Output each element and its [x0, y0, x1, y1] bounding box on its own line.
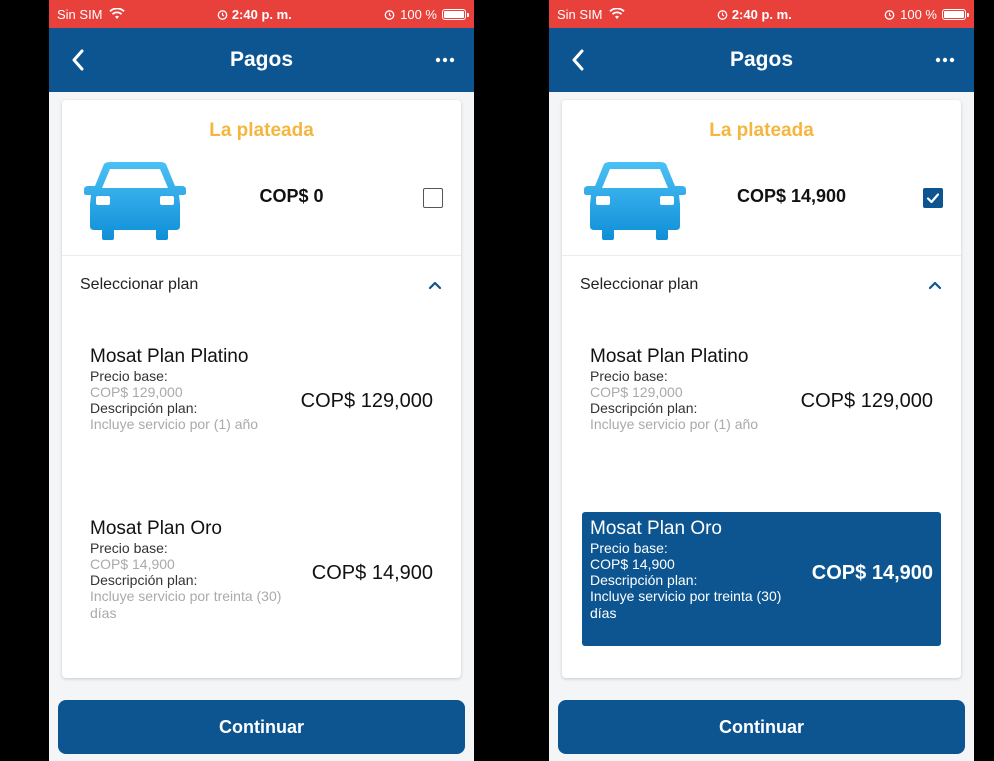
alarm-icon — [217, 9, 228, 20]
plan-base-price-label: Precio base: — [590, 368, 668, 384]
phone-screen-2: Sin SIM 2:40 p. m. 100 % Pagos La platea… — [549, 0, 974, 761]
plan-description-value: Incluye servicio por treinta (30) días — [90, 588, 282, 621]
battery-percent: 100 % — [400, 6, 437, 22]
vehicle-total-price: COP$ 0 — [259, 186, 324, 206]
plan-option-platino[interactable]: Mosat Plan Platino Precio base: COP$ 129… — [82, 340, 441, 474]
alarm-icon — [717, 9, 728, 20]
battery-icon — [441, 8, 469, 20]
back-button[interactable] — [563, 45, 593, 75]
divider — [62, 255, 461, 256]
plan-price: COP$ 129,000 — [800, 390, 933, 412]
vehicle-name: La plateada — [209, 120, 314, 141]
plan-base-price-label: Precio base: — [90, 540, 168, 556]
plan-description-value: Incluye servicio por (1) año — [590, 416, 759, 432]
plan-price: COP$ 129,000 — [300, 390, 433, 412]
plan-name: Mosat Plan Oro — [90, 518, 222, 539]
phone-screen-1: Sin SIM 2:40 p. m. 100 % Pagos La platea… — [49, 0, 474, 761]
plan-description-value: Incluye servicio por treinta (30) días — [590, 588, 782, 621]
plan-base-price-label: Precio base: — [590, 540, 668, 556]
vehicle-name: La plateada — [709, 120, 814, 141]
plan-option-oro[interactable]: Mosat Plan Oro Precio base: COP$ 14,900 … — [82, 512, 441, 646]
page-content: La plateada COP$ 0 Seleccionar plan Mosa… — [49, 92, 474, 761]
alarm-icon — [384, 9, 395, 20]
vehicle-checkbox[interactable] — [923, 188, 943, 208]
chevron-up-icon[interactable] — [927, 277, 943, 293]
plan-option-oro[interactable]: Mosat Plan Oro Precio base: COP$ 14,900 … — [582, 512, 941, 646]
plan-name: Mosat Plan Oro — [590, 518, 722, 539]
select-plan-label: Seleccionar plan — [580, 276, 699, 293]
status-bar: Sin SIM 2:40 p. m. 100 % — [549, 0, 974, 28]
clock-time: 2:40 p. m. — [231, 6, 292, 22]
plan-price: COP$ 14,900 — [311, 562, 433, 584]
wifi-icon — [108, 8, 125, 19]
vehicle-checkbox[interactable] — [423, 188, 443, 208]
page-title: Pagos — [229, 48, 294, 71]
plan-name: Mosat Plan Platino — [590, 346, 749, 367]
back-chevron-icon — [72, 49, 84, 71]
page-title: Pagos — [729, 48, 794, 71]
vehicle-total-price: COP$ 14,900 — [736, 186, 847, 206]
battery-icon — [941, 8, 969, 20]
vehicle-card: La plateada COP$ 0 Seleccionar plan Mosa… — [62, 100, 461, 678]
plan-name: Mosat Plan Platino — [90, 346, 249, 367]
page-content: La plateada COP$ 14,900 Seleccionar plan… — [549, 92, 974, 761]
select-plan-row[interactable]: Seleccionar plan — [580, 276, 943, 294]
alarm-icon — [884, 9, 895, 20]
vehicle-card: La plateada COP$ 14,900 Seleccionar plan… — [562, 100, 961, 678]
battery-percent: 100 % — [900, 6, 937, 22]
chevron-up-icon[interactable] — [427, 277, 443, 293]
navigation-bar: Pagos — [549, 28, 974, 92]
status-bar: Sin SIM 2:40 p. m. 100 % — [49, 0, 474, 28]
more-options-button[interactable] — [930, 45, 960, 75]
plan-option-platino[interactable]: Mosat Plan Platino Precio base: COP$ 129… — [582, 340, 941, 474]
continue-button[interactable]: Continuar — [558, 700, 965, 754]
more-icon — [435, 57, 455, 63]
plan-description-value: Incluye servicio por (1) año — [90, 416, 259, 432]
navigation-bar: Pagos — [49, 28, 474, 92]
more-icon — [935, 57, 955, 63]
clock-time: 2:40 p. m. — [731, 6, 792, 22]
back-chevron-icon — [572, 49, 584, 71]
car-icon — [84, 162, 186, 240]
plan-price: COP$ 14,900 — [811, 562, 933, 584]
car-icon — [584, 162, 686, 240]
back-button[interactable] — [63, 45, 93, 75]
select-plan-label: Seleccionar plan — [80, 276, 199, 293]
carrier-label: Sin SIM — [57, 6, 103, 22]
wifi-icon — [608, 8, 625, 19]
carrier-label: Sin SIM — [557, 6, 603, 22]
more-options-button[interactable] — [430, 45, 460, 75]
plan-base-price-label: Precio base: — [90, 368, 168, 384]
divider — [562, 255, 961, 256]
continue-button[interactable]: Continuar — [58, 700, 465, 754]
checkmark-icon — [926, 193, 940, 204]
select-plan-row[interactable]: Seleccionar plan — [80, 276, 443, 294]
